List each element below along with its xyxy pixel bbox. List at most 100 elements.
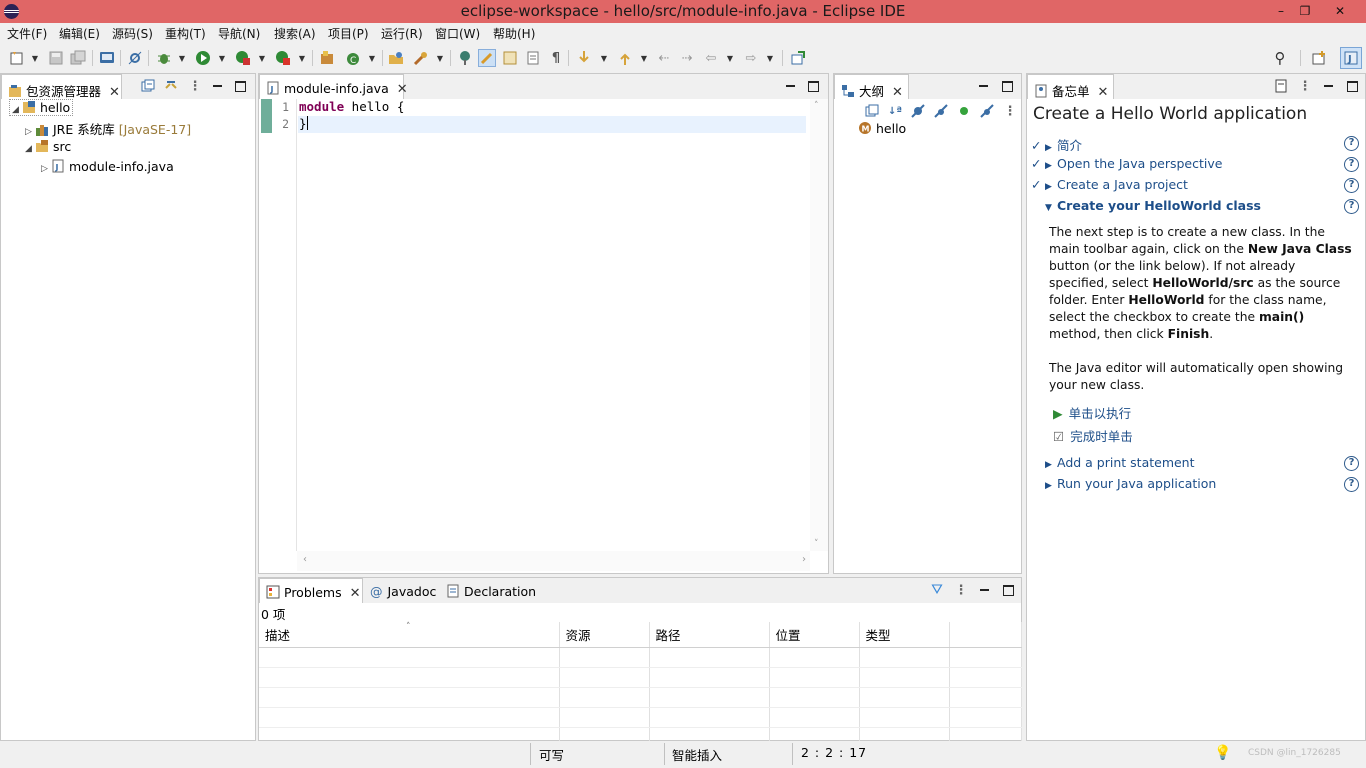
close-window-button[interactable]: ✕: [1318, 1, 1362, 21]
close-icon[interactable]: ✕: [892, 85, 903, 100]
collapsed-arrow-icon[interactable]: ▶: [1045, 161, 1057, 171]
maximize-editor-icon[interactable]: [805, 78, 821, 94]
external-tools-icon[interactable]: [274, 49, 292, 67]
step-run-app[interactable]: ▶ Run your Java application: [1031, 476, 1216, 491]
restore-button[interactable]: ❐: [1292, 1, 1318, 21]
link-with-editor-icon[interactable]: [163, 78, 179, 94]
minimize-button[interactable]: –: [1268, 1, 1294, 21]
hide-non-public-icon[interactable]: [956, 103, 972, 119]
view-menu-icon[interactable]: ⋮: [953, 582, 969, 598]
code-line[interactable]: module hello {: [299, 99, 404, 114]
debug-dropdown-icon[interactable]: ▼: [178, 49, 186, 67]
scroll-left-icon[interactable]: ‹: [303, 554, 307, 565]
column-location[interactable]: 位置: [769, 622, 860, 648]
editor-horizontal-scrollbar[interactable]: ‹ ›: [297, 551, 810, 571]
terminal-icon[interactable]: [98, 49, 116, 67]
collapsed-arrow-icon[interactable]: ▷: [25, 127, 35, 137]
help-icon[interactable]: ?: [1344, 456, 1359, 471]
menu-search[interactable]: 搜索(A): [274, 25, 316, 42]
open-perspective-icon[interactable]: [1310, 49, 1328, 67]
menu-project[interactable]: 项目(P): [328, 25, 369, 42]
new-dropdown-icon[interactable]: ▼: [31, 49, 39, 67]
view-menu-icon[interactable]: ⋮: [1297, 78, 1313, 94]
scroll-up-icon[interactable]: ˄: [814, 101, 819, 111]
next-annotation-dropdown-icon[interactable]: ▼: [600, 49, 608, 67]
new-java-class-icon[interactable]: C: [344, 49, 362, 67]
coverage-dropdown-icon[interactable]: ▼: [258, 49, 266, 67]
coverage-icon[interactable]: [234, 49, 252, 67]
tree-item-jre-library[interactable]: ▷ JRE 系统库 [JavaSE-17]: [25, 119, 191, 138]
next-annotation-icon[interactable]: [575, 49, 593, 67]
previous-annotation-dropdown-icon[interactable]: ▼: [640, 49, 648, 67]
tab-package-explorer[interactable]: 包资源管理器 ✕: [1, 74, 122, 100]
close-icon[interactable]: ✕: [1098, 85, 1109, 100]
lightbulb-icon[interactable]: 💡: [1214, 745, 1231, 761]
toggle-mark-occurrences-icon[interactable]: [456, 49, 474, 67]
menu-file[interactable]: 文件(F): [7, 25, 47, 42]
back-dropdown-icon[interactable]: ▼: [726, 49, 734, 67]
tree-item-project-hello[interactable]: ◢ hello: [9, 99, 74, 116]
help-icon[interactable]: ?: [1344, 477, 1359, 492]
column-description[interactable]: 描述 ˄: [259, 622, 560, 648]
click-to-perform-link[interactable]: ▶ 单击以执行: [1053, 403, 1131, 422]
forward-icon[interactable]: ⇨: [742, 49, 760, 67]
minimize-view-icon[interactable]: [209, 78, 225, 94]
show-whitespace-icon[interactable]: [524, 49, 542, 67]
external-tools-dropdown-icon[interactable]: ▼: [298, 49, 306, 67]
search-tool-icon[interactable]: [412, 49, 430, 67]
forward-dropdown-icon[interactable]: ▼: [766, 49, 774, 67]
code-line[interactable]: }: [299, 116, 308, 131]
help-icon[interactable]: ?: [1344, 136, 1359, 151]
tree-item-module-info[interactable]: ▷ Jmodule-info.java: [41, 159, 174, 174]
step-add-print[interactable]: ▶ Add a print statement: [1031, 455, 1195, 470]
editor-vertical-scrollbar[interactable]: ˄ ˅: [810, 99, 828, 551]
collapsed-arrow-icon[interactable]: ▷: [41, 164, 51, 174]
view-menu-icon[interactable]: ⋮: [187, 78, 203, 94]
search-icon[interactable]: ⚲: [1271, 49, 1289, 67]
help-icon[interactable]: ?: [1344, 199, 1359, 214]
toggle-highlight-icon[interactable]: [478, 49, 496, 67]
step-create-class[interactable]: ▼ Create your HelloWorld class: [1031, 198, 1261, 213]
help-icon[interactable]: ?: [1344, 157, 1359, 172]
close-icon[interactable]: ✕: [109, 85, 120, 100]
maximize-view-icon[interactable]: [1344, 78, 1360, 94]
menu-source[interactable]: 源码(S): [112, 25, 153, 42]
column-resource[interactable]: 资源: [559, 622, 650, 648]
skip-breakpoints-icon[interactable]: [126, 49, 144, 67]
step-open-perspective[interactable]: ✓ ▶ Open the Java perspective: [1031, 156, 1222, 171]
search-tool-dropdown-icon[interactable]: ▼: [436, 49, 444, 67]
collapse-icon[interactable]: [1273, 78, 1289, 94]
previous-annotation-icon[interactable]: [616, 49, 634, 67]
minimize-view-icon[interactable]: [976, 582, 992, 598]
filter-icon[interactable]: ⛛: [929, 582, 945, 598]
hide-static-icon[interactable]: [933, 103, 949, 119]
tab-problems[interactable]: Problems ✕: [259, 578, 363, 603]
java-perspective-icon[interactable]: J: [1340, 47, 1362, 69]
menu-run[interactable]: 运行(R): [381, 25, 423, 42]
menu-refactor[interactable]: 重构(T): [165, 25, 206, 42]
hide-fields-icon[interactable]: [910, 103, 926, 119]
maximize-view-icon[interactable]: [232, 78, 248, 94]
collapsed-arrow-icon[interactable]: ▶: [1045, 460, 1057, 470]
collapsed-arrow-icon[interactable]: ▶: [1045, 182, 1057, 192]
minimize-editor-icon[interactable]: [782, 78, 798, 94]
save-all-icon[interactable]: [69, 49, 87, 67]
tab-cheatsheet[interactable]: 备忘单 ✕: [1027, 74, 1114, 100]
collapse-all-icon[interactable]: [140, 78, 156, 94]
collapse-all-icon[interactable]: [864, 103, 880, 119]
minimize-view-icon[interactable]: [1320, 78, 1336, 94]
expanded-arrow-icon[interactable]: ▼: [1045, 203, 1057, 213]
run-icon[interactable]: [194, 49, 212, 67]
open-type-icon[interactable]: [387, 49, 405, 67]
last-edit-icon[interactable]: ⇠: [655, 49, 673, 67]
outline-item-hello[interactable]: Mhello: [858, 121, 906, 136]
collapsed-arrow-icon[interactable]: ▶: [1045, 481, 1057, 491]
expanded-arrow-icon[interactable]: ◢: [12, 105, 22, 115]
back-icon[interactable]: ⇦: [702, 49, 720, 67]
close-icon[interactable]: ✕: [397, 82, 408, 97]
step-create-project[interactable]: ✓ ▶ Create a Java project: [1031, 177, 1188, 192]
minimize-view-icon[interactable]: [975, 78, 991, 94]
column-type[interactable]: 类型: [859, 622, 950, 648]
maximize-view-icon[interactable]: [1000, 582, 1016, 598]
save-icon[interactable]: [47, 49, 65, 67]
